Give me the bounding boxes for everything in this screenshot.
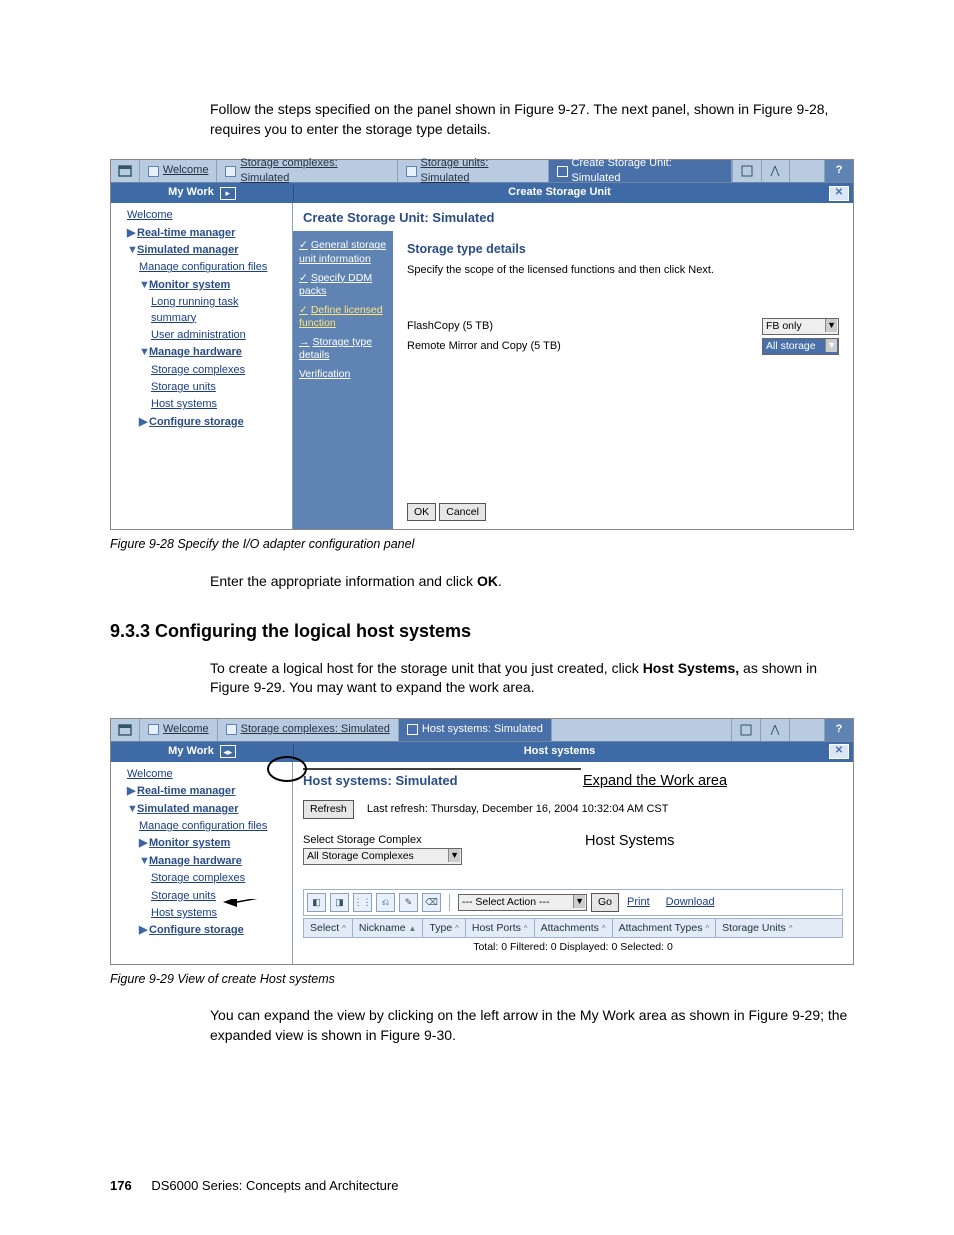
close-panel-icon-2[interactable]: ✕ [829, 744, 849, 759]
tab2-host-systems[interactable]: Host systems: Simulated [399, 719, 552, 741]
window-icon-1[interactable] [732, 160, 761, 182]
last-refresh-text: Last refresh: Thursday, December 16, 200… [367, 803, 669, 815]
after-fig-28-text: Enter the appropriate information and cl… [210, 572, 854, 592]
col-host-ports[interactable]: Host Ports ^ [466, 919, 535, 938]
flashcopy-select[interactable]: FB only [762, 318, 839, 335]
annotation-circle-expand [267, 756, 307, 782]
nav-sidebar: Welcome ▶Real-time manager ▼Simulated ma… [111, 203, 293, 529]
footer-title: DS6000 Series: Concepts and Architecture [151, 1178, 398, 1193]
nav2-configure-storage[interactable]: ▶Configure storage [117, 922, 286, 939]
nav-sidebar-2: Welcome ▶Real-time manager ▼Simulated ma… [111, 762, 293, 964]
nav2-storage-complexes[interactable]: Storage complexes [117, 870, 286, 887]
section-header-2: My Work ◂▸ Host systems ✕ [111, 742, 853, 762]
nav-host-systems[interactable]: Host systems [117, 396, 286, 413]
nav-welcome[interactable]: Welcome [117, 207, 286, 224]
page-footer: 176 DS6000 Series: Concepts and Architec… [110, 1177, 398, 1195]
window-icon-2b[interactable] [760, 719, 789, 741]
nav-simulated-manager[interactable]: ▼Simulated manager [117, 242, 286, 259]
nav-storage-units[interactable]: Storage units [117, 379, 286, 396]
col-attachments[interactable]: Attachments ^ [535, 919, 613, 938]
after-fig-29-text: You can expand the view by clicking on t… [210, 1006, 854, 1045]
annotation-line-hs [223, 899, 593, 919]
remote-mirror-label: Remote Mirror and Copy (5 TB) [407, 339, 561, 354]
tab-create-storage-unit[interactable]: Create Storage Unit: Simulated [549, 160, 732, 182]
annotation-line-expand [303, 763, 593, 783]
tab2-welcome[interactable]: Welcome [140, 719, 218, 741]
nav-user-admin[interactable]: User administration [117, 327, 286, 344]
print-link[interactable]: Print [627, 895, 650, 910]
col-storage-units[interactable]: Storage Units ^ [716, 919, 842, 938]
nav2-manage-config-files[interactable]: Manage configuration files [117, 818, 286, 835]
nav2-welcome[interactable]: Welcome [117, 766, 286, 783]
nav-long-running-task[interactable]: Long running task summary [117, 294, 286, 327]
page-number: 176 [110, 1178, 132, 1193]
intro-paragraph: Follow the steps specified on the panel … [210, 100, 854, 139]
wizard-steps: General storage unit information Specify… [293, 231, 393, 529]
col-nickname[interactable]: Nickname ▲ [353, 919, 424, 938]
section-header: My Work ▸ Create Storage Unit ✕ [111, 183, 853, 203]
nav2-realtime-manager[interactable]: ▶Real-time manager [117, 783, 286, 800]
table-header: Select ^ Nickname ▲ Type ^ Host Ports ^ … [303, 918, 843, 939]
tab-storage-units[interactable]: Storage units: Simulated [398, 160, 549, 182]
nav-manage-config-files[interactable]: Manage configuration files [117, 259, 286, 276]
tab-storage-complexes[interactable]: Storage complexes: Simulated [217, 160, 397, 182]
pane-heading: Storage type details [407, 241, 839, 259]
nav2-manage-hardware[interactable]: ▼Manage hardware [117, 853, 286, 870]
refresh-button[interactable]: Refresh [303, 800, 354, 819]
col-type[interactable]: Type ^ [423, 919, 465, 938]
nav-configure-storage[interactable]: ▶Configure storage [117, 414, 286, 431]
figure-9-28: Welcome Storage complexes: Simulated Sto… [110, 159, 854, 530]
select-storage-complex[interactable]: All Storage Complexes [303, 848, 462, 865]
figure-9-29-caption: Figure 9-29 View of create Host systems [110, 971, 854, 989]
flashcopy-label: FlashCopy (5 TB) [407, 319, 493, 334]
nav-monitor-system[interactable]: ▼Monitor system [117, 277, 286, 294]
figure-9-28-caption: Figure 9-28 Specify the I/O adapter conf… [110, 536, 854, 554]
main-header-title-2: Host systems [294, 744, 825, 759]
nav-manage-hardware[interactable]: ▼Manage hardware [117, 344, 286, 361]
my-work-label: My Work [168, 185, 214, 200]
step-ddm[interactable]: Specify DDM packs [299, 272, 387, 298]
col-attachment-types[interactable]: Attachment Types ^ [613, 919, 717, 938]
tab-welcome[interactable]: Welcome [140, 160, 218, 182]
ok-button[interactable]: OK [407, 503, 436, 522]
section-intro: To create a logical host for the storage… [210, 659, 854, 698]
annotation-hs-label: Host Systems [585, 831, 674, 851]
select-storage-complex-label: Select Storage Complex [303, 833, 843, 848]
expand-mywork-icon-2[interactable]: ◂▸ [220, 745, 236, 758]
col-select[interactable]: Select ^ [304, 919, 353, 938]
annotation-expand-label: Expand the Work area [583, 771, 727, 791]
close-panel-icon[interactable]: ✕ [829, 186, 849, 201]
my-work-label-2: My Work [168, 744, 214, 759]
main-header-title: Create Storage Unit [294, 185, 825, 200]
pane-subtext: Specify the scope of the licensed functi… [407, 263, 839, 278]
section-heading: 9.3.3 Configuring the logical host syste… [110, 619, 854, 644]
nav2-monitor-system[interactable]: ▶Monitor system [117, 835, 286, 852]
app-icon-2 [111, 719, 140, 741]
remote-mirror-select[interactable]: All storage [762, 338, 839, 355]
expand-mywork-icon[interactable]: ▸ [220, 187, 236, 200]
window-tab-row: Welcome Storage complexes: Simulated Sto… [111, 160, 853, 183]
tab2-storage-complexes[interactable]: Storage complexes: Simulated [218, 719, 399, 741]
nav-storage-complexes[interactable]: Storage complexes [117, 362, 286, 379]
download-link[interactable]: Download [666, 895, 715, 910]
nav-realtime-manager[interactable]: ▶Real-time manager [117, 225, 286, 242]
cancel-button[interactable]: Cancel [439, 503, 486, 522]
step-general[interactable]: General storage unit information [299, 239, 387, 265]
help-icon[interactable]: ? [824, 160, 853, 182]
help-icon-2[interactable]: ? [824, 719, 853, 741]
window-icon-2[interactable] [761, 160, 790, 182]
table-status-line: Total: 0 Filtered: 0 Displayed: 0 Select… [303, 938, 843, 957]
window-icon-1b[interactable] [731, 719, 760, 741]
step-storage-type[interactable]: Storage type details [299, 336, 387, 362]
app-icon [111, 160, 140, 182]
go-button[interactable]: Go [591, 893, 619, 912]
step-verification[interactable]: Verification [299, 368, 387, 381]
step-licensed[interactable]: Define licensed function [299, 304, 387, 330]
panel-title: Create Storage Unit: Simulated [293, 203, 853, 231]
window-tab-row-2: Welcome Storage complexes: Simulated Hos… [111, 719, 853, 742]
nav2-simulated-manager[interactable]: ▼Simulated manager [117, 801, 286, 818]
figure-9-29: Welcome Storage complexes: Simulated Hos… [110, 718, 854, 965]
